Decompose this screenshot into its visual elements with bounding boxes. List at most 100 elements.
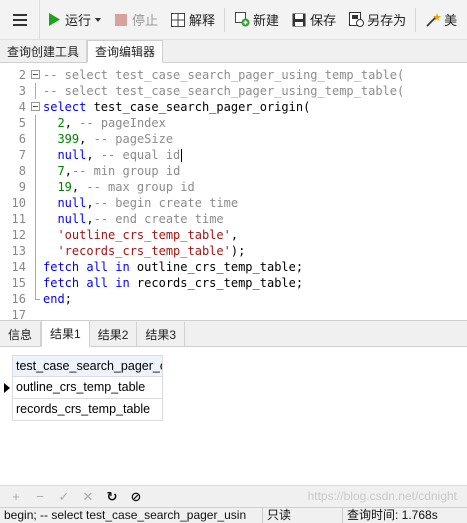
line-number: 14: [11, 260, 26, 274]
code-line[interactable]: 9 19, -- max group id: [0, 179, 467, 195]
row-indicator: [0, 399, 12, 421]
play-icon: [46, 12, 62, 28]
fold-end: [35, 299, 40, 300]
code-text: null,-- begin create time: [57, 196, 239, 210]
code-line[interactable]: 2 -- select test_case_search_pager_using_…: [0, 67, 467, 83]
code-line[interactable]: 5 2, -- pageIndex: [0, 115, 467, 131]
stop-loading-icon[interactable]: ⊘: [126, 488, 146, 506]
stop-icon: [113, 12, 129, 28]
run-label: 运行: [65, 13, 92, 28]
column-header[interactable]: test_case_search_pager_o: [12, 355, 163, 377]
code-text: null,-- end create time: [57, 212, 224, 226]
apply-changes-icon[interactable]: ✓: [54, 488, 74, 506]
code-line[interactable]: 12 'outline_crs_temp_table',: [0, 227, 467, 243]
line-number: 5: [18, 116, 26, 130]
menu-button[interactable]: [0, 0, 40, 40]
code-line[interactable]: 6 399, -- pageSize: [0, 131, 467, 147]
toolbar-separator: [415, 7, 417, 32]
row-indicator: [0, 355, 12, 377]
table-cell[interactable]: records_crs_temp_table: [12, 399, 163, 421]
line-number: 4: [18, 100, 26, 114]
code-line[interactable]: 16 end;: [0, 291, 467, 307]
sql-editor[interactable]: 2 -- select test_case_search_pager_using_…: [0, 64, 467, 322]
save-button[interactable]: 保存: [285, 0, 342, 40]
explain-button[interactable]: 解释: [164, 0, 221, 40]
code-text: 7,-- min group id: [57, 164, 181, 178]
status-read-only: 只读: [262, 508, 340, 523]
stop-button[interactable]: 停止: [107, 0, 164, 40]
fold-guide: [35, 275, 36, 291]
tab-result-1[interactable]: 结果1: [41, 320, 90, 347]
code-text: 19, -- max group id: [57, 180, 195, 194]
toolbar: 运行 停止 解释 新建 保存 另存为 美: [0, 0, 467, 40]
code-line[interactable]: 8 7,-- min group id: [0, 163, 467, 179]
table-row[interactable]: outline_crs_temp_table: [0, 377, 165, 399]
save-icon: [291, 12, 307, 28]
run-button[interactable]: 运行: [40, 0, 107, 40]
code-line[interactable]: 13 'records_crs_temp_table');: [0, 243, 467, 259]
code-text: end;: [43, 292, 72, 306]
fold-guide: [35, 147, 36, 163]
delete-record-icon[interactable]: −: [30, 488, 50, 506]
line-number: 13: [11, 244, 26, 258]
code-line[interactable]: 14 fetch all in outline_crs_temp_table;: [0, 259, 467, 275]
table-cell[interactable]: outline_crs_temp_table: [12, 377, 163, 399]
beautify-button[interactable]: 美: [419, 0, 463, 40]
line-number: 16: [11, 292, 26, 306]
grid-header-row: test_case_search_pager_o: [0, 355, 165, 377]
fold-guide: [35, 163, 36, 179]
code-line[interactable]: 11 null,-- end create time: [0, 211, 467, 227]
fold-toggle-icon[interactable]: [31, 102, 40, 111]
line-number: 2: [18, 68, 26, 82]
fold-guide: [35, 179, 36, 195]
tab-result-3[interactable]: 结果3: [137, 322, 186, 346]
tab-query-editor[interactable]: 查询编辑器: [87, 40, 164, 63]
code-text: 'records_crs_temp_table');: [57, 244, 246, 258]
fold-guide: [35, 291, 36, 299]
discard-changes-icon[interactable]: ✕: [78, 488, 98, 506]
save-as-label: 另存为: [367, 13, 407, 28]
fold-guide: [35, 83, 36, 99]
fold-guide: [35, 115, 36, 131]
line-number: 3: [18, 84, 26, 98]
status-sql: begin; -- select test_case_search_pager_…: [4, 508, 247, 522]
tab-result-2[interactable]: 结果2: [90, 322, 138, 346]
save-as-button[interactable]: 另存为: [342, 0, 412, 40]
line-number: 10: [11, 196, 26, 210]
code-line[interactable]: 3 -- select test_case_search_pager_using_…: [0, 83, 467, 99]
fold-guide: [35, 259, 36, 275]
magic-wand-icon: [425, 12, 442, 28]
line-number: 15: [11, 276, 26, 290]
code-text: 399, -- pageSize: [57, 132, 174, 146]
run-dropdown-icon[interactable]: [95, 17, 102, 22]
line-number: 7: [18, 148, 26, 162]
code-line[interactable]: 10 null,-- begin create time: [0, 195, 467, 211]
new-button[interactable]: 新建: [228, 0, 285, 40]
add-record-icon[interactable]: +: [6, 488, 26, 506]
code-line[interactable]: 15 fetch all in records_crs_temp_table;: [0, 275, 467, 291]
toolbar-separator: [224, 7, 226, 32]
code-text: fetch all in records_crs_temp_table;: [43, 276, 304, 290]
fold-guide: [35, 195, 36, 211]
code-text: -- select test_case_search_pager_using_t…: [43, 68, 405, 82]
fold-guide: [35, 211, 36, 227]
result-panel: test_case_search_pager_o outline_crs_tem…: [0, 348, 467, 485]
fold-toggle-icon[interactable]: [31, 70, 40, 79]
code-text: -- select test_case_search_pager_using_t…: [43, 84, 405, 98]
code-line[interactable]: 7 null, -- equal id: [0, 147, 467, 163]
new-query-icon: [234, 12, 250, 28]
fold-guide: [35, 243, 36, 259]
table-row[interactable]: records_crs_temp_table: [0, 399, 165, 421]
watermark: https://blog.csdn.net/cdnight: [307, 489, 457, 503]
current-row-arrow-icon: [0, 377, 12, 399]
code-line[interactable]: 4 select test_case_search_pager_origin(: [0, 99, 467, 115]
tab-query-builder[interactable]: 查询创建工具: [0, 40, 88, 62]
save-as-icon: [348, 12, 364, 28]
fold-guide: [35, 131, 36, 147]
refresh-icon[interactable]: ↻: [102, 488, 122, 506]
status-query-time: 查询时间: 1.768s: [342, 508, 467, 523]
line-number: 12: [11, 228, 26, 242]
status-bar: begin; -- select test_case_search_pager_…: [0, 507, 467, 523]
tab-messages[interactable]: 信息: [0, 322, 42, 346]
line-number: 6: [18, 132, 26, 146]
